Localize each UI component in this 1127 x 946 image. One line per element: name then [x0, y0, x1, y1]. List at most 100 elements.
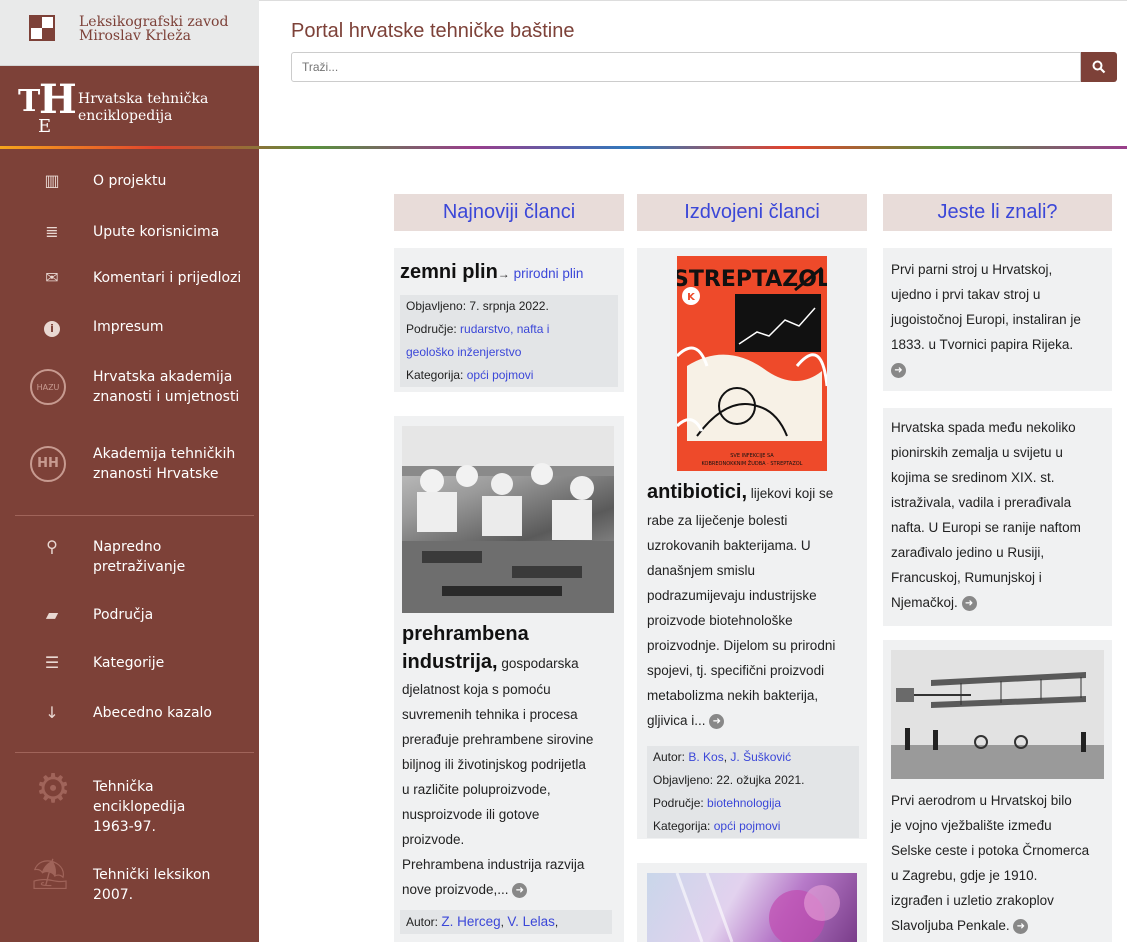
author-link[interactable]: Z. Herceg [441, 914, 500, 929]
sidebar-item-o-projektu[interactable]: ▥ O projektu [0, 171, 259, 193]
read-more-icon[interactable]: ➜ [961, 595, 977, 611]
meta-label: Autor: [653, 750, 686, 764]
article-title[interactable]: antibiotici, [647, 481, 747, 503]
hazu-seal-icon: HAZU [30, 369, 66, 405]
author-link[interactable]: V. Lelas [507, 914, 555, 929]
author-link[interactable]: J. Šušković [730, 750, 791, 764]
article-body: prehrambena industrija, gospodarska djel… [400, 621, 618, 934]
redirect-link[interactable]: prirodni plin [514, 266, 584, 281]
sidebar-item-komentari[interactable]: ✉ Komentari i prijedlozi [0, 268, 259, 290]
fact-line: Francuskoj, Rumunjskoj i [891, 570, 1042, 585]
fact-line: Hrvatska spada među nekoliko [891, 420, 1076, 435]
read-more-icon[interactable]: ➜ [709, 713, 725, 729]
column-newest: Najnoviji članci [394, 194, 624, 231]
fact-card-nafta: Hrvatska spada među nekoliko pionirskih … [883, 408, 1112, 626]
fact-card-parni-stroj: Prvi parni stroj u Hrvatskoj, ujedno i p… [883, 248, 1112, 391]
sidebar-item-hatz[interactable]: HH Akademija tehničkih znanosti Hrvatske [0, 444, 259, 488]
fact-line: 1833. u Tvornici papira Rijeka. [891, 337, 1074, 352]
article-image[interactable] [647, 872, 857, 946]
meta-label: Objavljeno: [653, 773, 714, 787]
read-more-icon[interactable]: ➜ [1013, 918, 1029, 934]
meta-label: Kategorija: [406, 368, 464, 382]
area-link[interactable]: biotehnologija [707, 796, 781, 810]
meta-label: Autor: [406, 915, 439, 929]
sidebar-item-podrucja[interactable]: ▰ Područja [0, 605, 259, 627]
search-icon [1092, 60, 1106, 74]
aeroplane-photo-icon [891, 650, 1104, 779]
fact-line: Selske ceste i potoka Črnomerca [891, 843, 1090, 858]
logo-letter-t: T [18, 83, 41, 119]
lzmk-name: Leksikografski zavod Miroslav Krleža [79, 15, 228, 43]
sidebar-item-napredno[interactable]: ⚲ Napredno pretraživanje [0, 537, 259, 581]
meta-label: Područje: [406, 322, 457, 336]
the-logo-icon: T H E [18, 76, 77, 138]
sidebar-item-kategorije[interactable]: ☰ Kategorije [0, 653, 259, 675]
meta-label: Objavljeno: [406, 299, 467, 313]
lzmk-header[interactable]: Leksikografski zavod Miroslav Krleža [0, 0, 259, 66]
gear-icon: ⚙ [35, 766, 71, 812]
area-link[interactable]: rudarstvo, nafta i [460, 322, 549, 336]
envelope-icon: ✉ [45, 268, 59, 287]
hatz-seal-icon: HH [30, 446, 66, 482]
author-link[interactable]: B. Kos [688, 750, 723, 764]
the-title: Hrvatska tehnička enciklopedija [78, 91, 208, 125]
category-link[interactable]: opći pojmovi [467, 368, 534, 382]
sidebar-divider [15, 515, 254, 516]
fact-text: Prvi aerodrom u Hrvatskoj bilo je vojno … [891, 788, 1106, 938]
fact-line: izgrađen i uzletio zrakoplov [891, 893, 1054, 908]
sort-alpha-icon: ↓ [45, 703, 59, 722]
sidebar-item-label: O projektu [93, 173, 167, 189]
article-card-zemni-plin: zemni plin→ prirodni plin Objavljeno: 7.… [394, 248, 624, 392]
meta-area-cont: geološko inženjerstvo [400, 341, 618, 364]
lab-photo-icon [675, 872, 840, 946]
logo-letter-e: E [38, 115, 52, 137]
column-heading[interactable]: Najnoviji članci [394, 194, 624, 231]
article-title[interactable]: zemni plin [400, 261, 498, 283]
article-text: spojevi, tj. specifični proizvodi [647, 663, 825, 678]
category-link[interactable]: opći pojmovi [714, 819, 781, 833]
sidebar-item-upute[interactable]: ≣ Upute korisnicima [0, 222, 259, 244]
poster-caption: SVE INFEKCIJE SA [730, 453, 774, 459]
article-image[interactable] [402, 426, 614, 613]
article-body: antibiotici, lijekovi koji se rabe za li… [647, 478, 863, 733]
the-brand[interactable]: T H E Hrvatska tehnička enciklopedija [0, 66, 259, 149]
search-button[interactable] [1081, 52, 1117, 82]
article-card-antibiotici: K STREPTAZOL SVE INFEKCIJE SA KOBREONOKK… [637, 248, 867, 839]
sidebar-item-tehnicka-enciklopedija[interactable]: ⚙ Tehnička enciklopedija 1963-97. [0, 766, 259, 843]
meta-box: Objavljeno: 7. srpnja 2022. Područje: ru… [394, 295, 624, 387]
meta-author: Autor: B. Kos, J. Šušković [647, 746, 859, 769]
article-title-cont[interactable]: industrija, [402, 651, 498, 673]
sidebar-item-abecedno[interactable]: ↓ Abecedno kazalo [0, 703, 259, 725]
sidebar-item-hazu[interactable]: HAZU Hrvatska akademija znanosti i umjet… [0, 367, 259, 411]
sidebar-item-impresum[interactable]: i Impresum [0, 317, 259, 339]
fact-line: nafta. U Europi se ranije naftom [891, 520, 1081, 535]
article-text: biljnog ili životinjskog podrijetla [402, 757, 586, 772]
meta-category: Kategorija: opći pojmovi [647, 815, 859, 838]
the-title-line-1: Hrvatska tehnička [78, 90, 209, 107]
column-heading[interactable]: Jeste li znali? [883, 194, 1112, 231]
hazu-seal-text: HAZU [36, 383, 60, 392]
aeroplane-image[interactable] [891, 650, 1104, 779]
read-more-icon[interactable]: ➜ [891, 362, 906, 378]
meta-published: Objavljeno: 22. ožujka 2021. [647, 769, 859, 792]
lzmk-logo-icon [29, 15, 55, 41]
sidebar-item-label: Upute korisnicima [93, 224, 220, 240]
meta-area: Područje: rudarstvo, nafta i [400, 318, 618, 341]
article-text: današnjem smislu [647, 563, 756, 578]
article-text: uzrokovanih bakterijama. U [647, 538, 811, 553]
article-title[interactable]: prehrambena [402, 623, 529, 645]
page-title[interactable]: Portal hrvatske tehničke baštine [291, 20, 575, 43]
fact-line: je vojno vježbalište između [891, 818, 1052, 833]
column-featured: Izdvojeni članci [637, 194, 867, 231]
poster-image[interactable]: K STREPTAZOL SVE INFEKCIJE SA KOBREONOKK… [677, 256, 827, 471]
article-text-last: gljivica i... ➜ [647, 708, 863, 733]
article-text-last: nove proizvode,... ➜ [402, 877, 618, 902]
read-more-icon[interactable]: ➜ [512, 882, 528, 898]
info-icon: i [41, 317, 63, 337]
column-heading[interactable]: Izdvojeni članci [637, 194, 867, 231]
meta-box: Autor: B. Kos, J. Šušković Objavljeno: 2… [647, 746, 859, 838]
search-input[interactable] [291, 52, 1081, 82]
area-link[interactable]: geološko inženjerstvo [406, 345, 521, 359]
sidebar-item-tehnicki-leksikon[interactable]: ⛱ Tehnički leksikon 2007. [0, 860, 259, 909]
article-title-block: prehrambena industrija, gospodarska [402, 621, 618, 677]
